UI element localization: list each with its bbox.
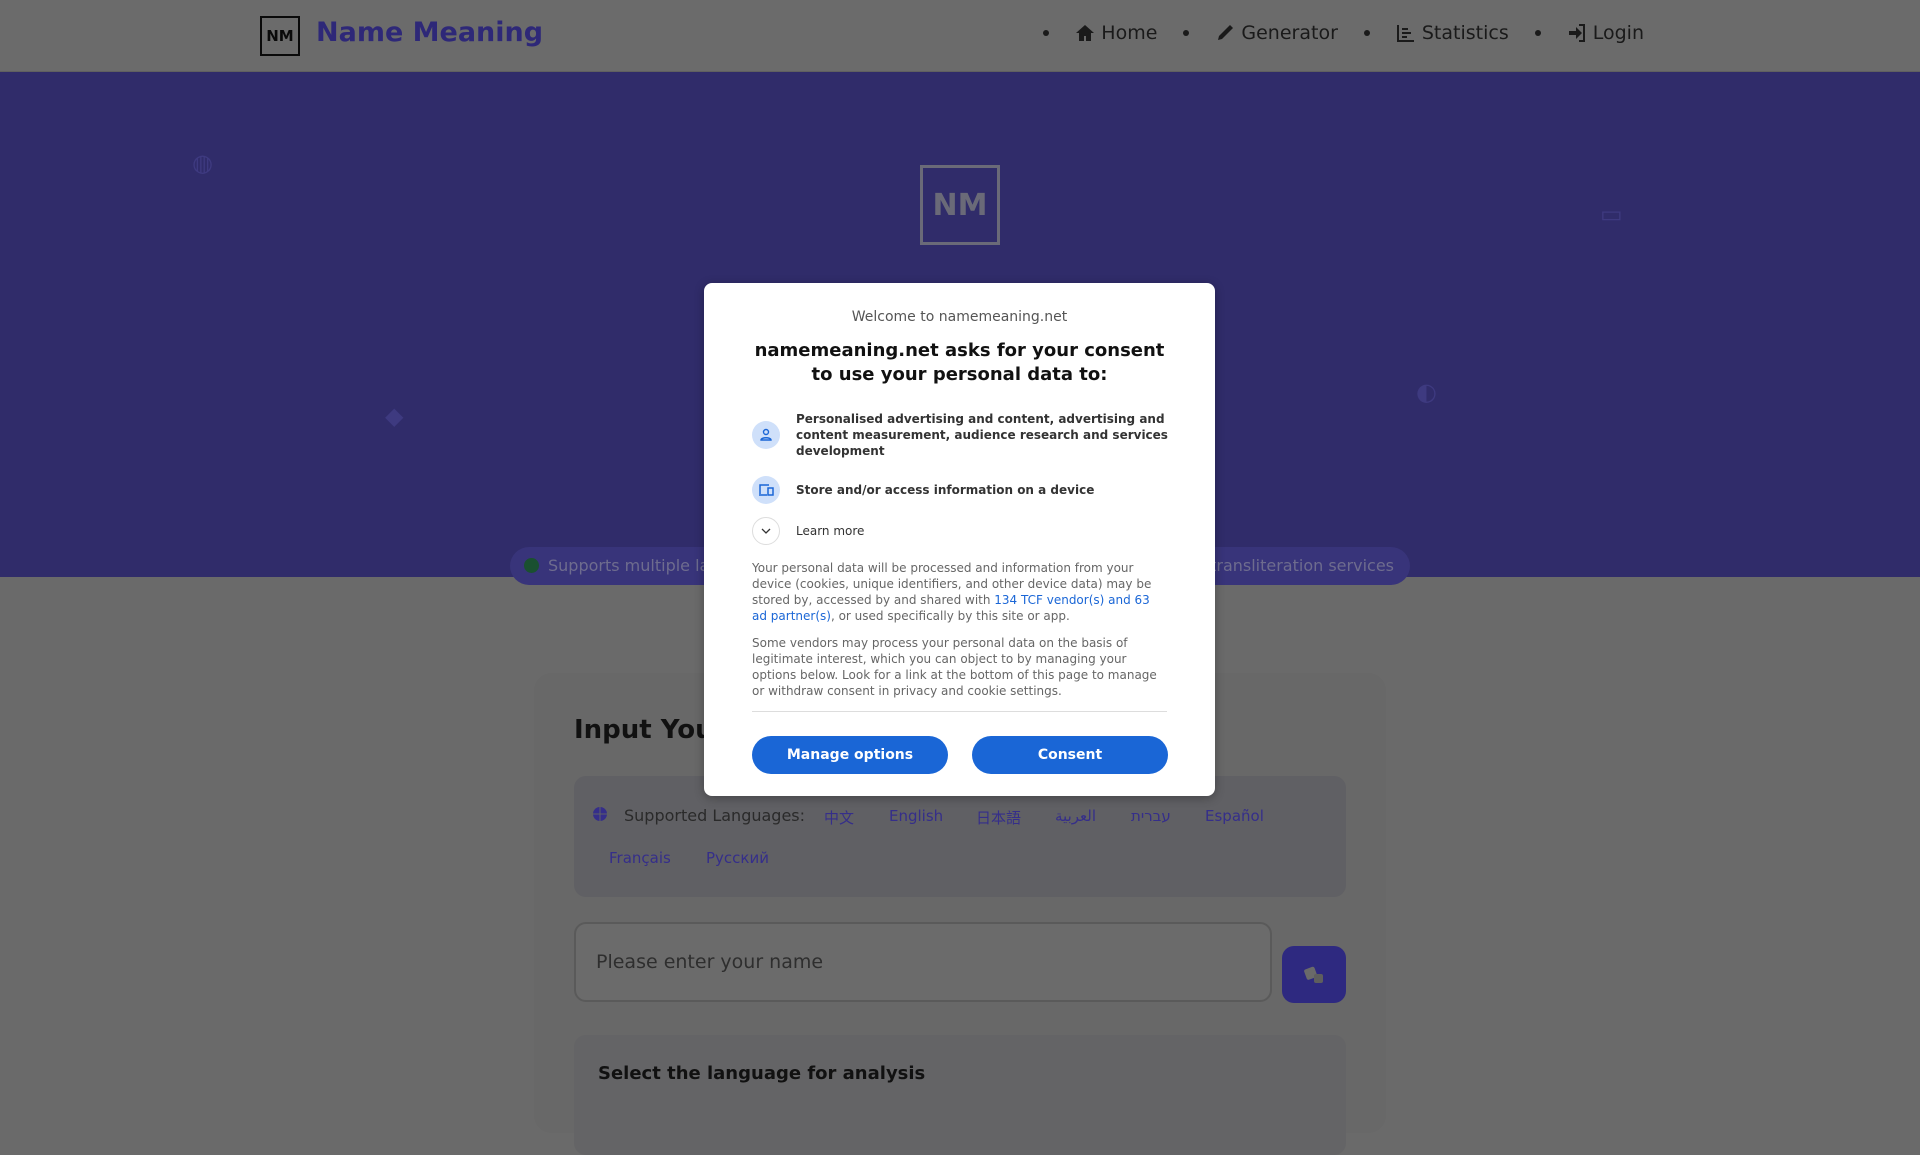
person-icon [752, 421, 780, 449]
nav-statistics[interactable]: Statistics [1396, 22, 1509, 44]
name-input[interactable] [574, 922, 1272, 1002]
lang-spanish[interactable]: Español [1205, 807, 1264, 825]
lang-french[interactable]: Français [609, 849, 671, 867]
dice-icon: ◆ [385, 402, 404, 430]
consent-body-2: Some vendors may process your personal d… [752, 636, 1157, 698]
main-nav: Home Generator Statistics Login [1017, 22, 1644, 44]
random-name-button[interactable] [1282, 946, 1346, 1003]
languages-label: Supported Languages: [624, 806, 806, 825]
lang-arabic[interactable]: العربية [1055, 807, 1096, 825]
site-header: NM Name Meaning Home Generator Statistic… [0, 0, 1920, 72]
purpose-storage: Store and/or access information on a dev… [752, 476, 1172, 504]
select-language-title: Select the language for analysis [598, 1063, 926, 1084]
pencil-icon [1218, 25, 1234, 40]
globe-icon: ◍ [192, 149, 213, 177]
login-icon [1568, 24, 1585, 42]
lang-japanese[interactable]: 日本語 [976, 807, 1021, 828]
nav-generator[interactable]: Generator [1215, 22, 1338, 44]
purpose-advertising: Personalised advertising and content, ad… [752, 411, 1172, 459]
manage-options-button[interactable]: Manage options [752, 736, 948, 774]
chart-icon [1396, 25, 1414, 42]
nav-home-label: Home [1101, 22, 1158, 44]
chevron-down-icon [752, 517, 780, 545]
earth-icon: ◐ [1416, 378, 1437, 406]
purpose-advertising-text: Personalised advertising and content, ad… [796, 412, 1168, 458]
consent-welcome: Welcome to namemeaning.net [851, 309, 1068, 325]
check-circle-icon [524, 558, 539, 573]
lang-hebrew[interactable]: עברית [1131, 807, 1171, 825]
nav-home[interactable]: Home [1075, 22, 1157, 44]
lang-english[interactable]: English [889, 807, 943, 825]
nav-statistics-label: Statistics [1421, 22, 1509, 44]
lang-russian[interactable]: Русский [706, 849, 769, 867]
consent-title: namemeaning.net asks for your consent to… [754, 340, 1165, 385]
purpose-storage-text: Store and/or access information on a dev… [796, 483, 1095, 497]
consent-body-text: , or used specifically by this site or a… [830, 609, 1070, 623]
brand-title[interactable]: Name Meaning [316, 17, 543, 48]
nav-login-label: Login [1592, 22, 1644, 44]
learn-more-label: Learn more [796, 524, 865, 538]
consent-button[interactable]: Consent [972, 736, 1168, 774]
feature-text-left: Supports multiple lan [548, 556, 720, 575]
language-select-section: Select the language for analysis [574, 1035, 1346, 1155]
id-card-icon: ▭ [1600, 200, 1623, 228]
nav-bullet [1534, 30, 1541, 36]
lang-chinese[interactable]: 中文 [824, 807, 854, 828]
nav-login[interactable]: Login [1567, 22, 1644, 44]
globe-icon [593, 807, 607, 821]
nav-bullet [1043, 30, 1050, 36]
learn-more-toggle[interactable]: Learn more [752, 517, 1172, 545]
feature-text-right: al transliteration services [1190, 556, 1394, 575]
divider [752, 711, 1167, 712]
hero-logo: NM [920, 165, 1000, 245]
site-logo[interactable]: NM [260, 16, 300, 56]
nav-bullet [1183, 30, 1190, 36]
devices-icon [752, 476, 780, 504]
nav-generator-label: Generator [1241, 22, 1338, 44]
dice-icon [1304, 966, 1323, 983]
consent-dialog: Welcome to namemeaning.net namemeaning.n… [704, 283, 1215, 796]
consent-body-1: Your personal data will be processed and… [752, 560, 1167, 624]
nav-bullet [1363, 30, 1370, 36]
home-icon [1076, 25, 1095, 41]
